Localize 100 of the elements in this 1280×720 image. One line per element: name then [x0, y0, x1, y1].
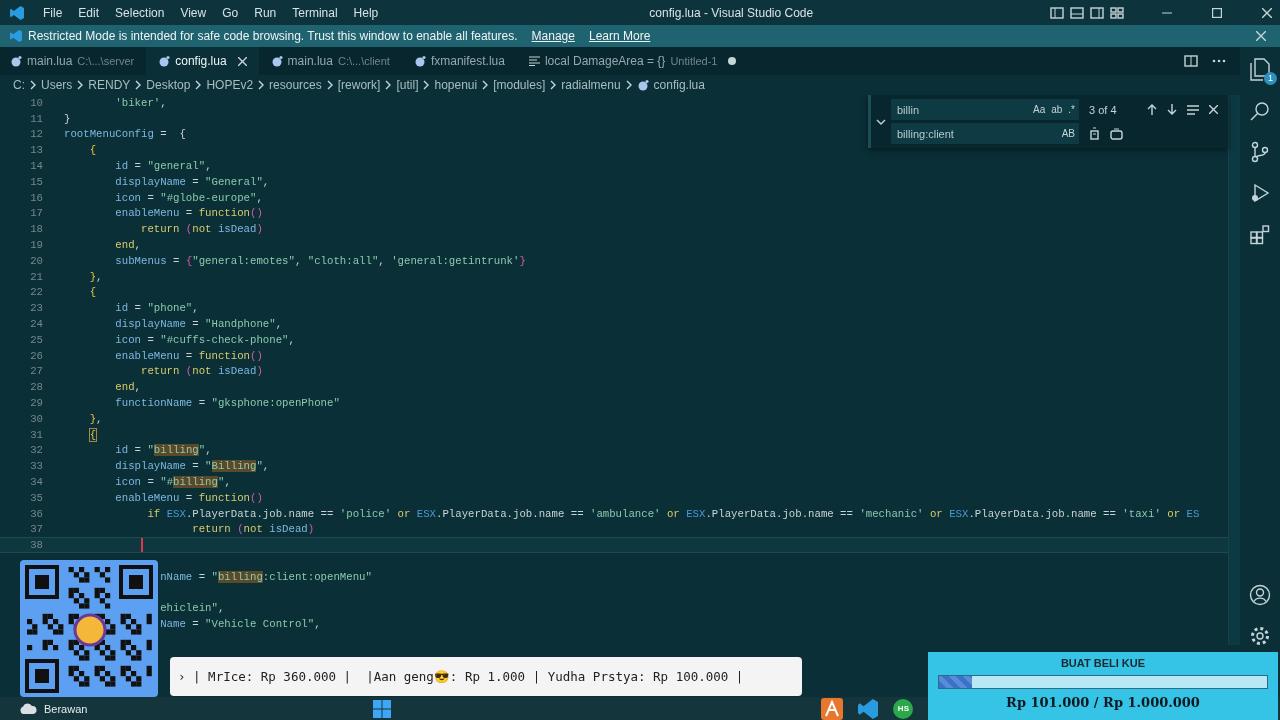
line-number: 14	[29, 160, 44, 173]
vscode-logo-icon	[9, 4, 25, 21]
line-number: 24	[29, 318, 44, 331]
code-line: id = "phone",	[114, 302, 199, 315]
close-icon[interactable]	[1262, 7, 1272, 18]
editor-tab[interactable]: fxmanifest.lua	[401, 47, 517, 75]
line-number: 18	[29, 223, 44, 236]
arrow-up-icon[interactable]	[1147, 104, 1157, 115]
menu-item[interactable]: File	[35, 5, 71, 20]
menu-item[interactable]: View	[172, 5, 215, 20]
editor-tab[interactable]: main.lua C:\...\client	[258, 47, 402, 75]
windows-start-icon[interactable]	[373, 699, 392, 718]
code-line: 'biker',	[114, 96, 167, 109]
moon-file-icon	[10, 55, 22, 67]
close-icon[interactable]	[1209, 105, 1218, 114]
code-line: return (not isDead)	[139, 223, 263, 236]
editor-tab[interactable]: main.lua C:\...\server	[0, 47, 147, 75]
menu-item[interactable]: Selection	[107, 5, 173, 20]
scrollbar[interactable]	[1228, 95, 1240, 645]
code-line: enableMenu = function()	[114, 491, 263, 504]
menu-item[interactable]: Edit	[70, 5, 108, 20]
breadcrumb-item[interactable]: hopenui	[434, 78, 478, 92]
layout-icon[interactable]	[1110, 6, 1124, 19]
menu-icon[interactable]	[1187, 104, 1199, 115]
replace-all-icon[interactable]	[1110, 127, 1123, 140]
find-option-toggle[interactable]: ab	[1051, 104, 1063, 115]
line-number: 30	[29, 412, 44, 425]
breadcrumb-item[interactable]: config.lua	[653, 78, 705, 92]
code-line: functionName = "gksphone:openPhone"	[114, 397, 340, 410]
settings-icon[interactable]	[1249, 625, 1271, 647]
split-editor-icon[interactable]	[1184, 55, 1198, 67]
moon-file-icon	[636, 79, 649, 91]
chevron-down-icon[interactable]	[876, 118, 886, 125]
account-icon[interactable]	[1249, 584, 1271, 606]
breadcrumb-item[interactable]: radialmenu	[561, 78, 621, 92]
layout-icon[interactable]	[1050, 6, 1064, 19]
menu-item[interactable]: Help	[345, 5, 387, 20]
breadcrumb-item[interactable]: resources	[269, 78, 322, 92]
chevron-right-icon	[385, 80, 392, 90]
close-icon[interactable]	[1256, 31, 1266, 41]
menu-item[interactable]: Run	[246, 5, 285, 20]
breadcrumb-item[interactable]: C:	[13, 78, 25, 92]
triangle-app-icon[interactable]	[821, 697, 844, 720]
code-line: }	[64, 112, 71, 125]
breadcrumb-item[interactable]: Desktop	[146, 78, 191, 92]
breadcrumb-item[interactable]: RENDY	[88, 78, 131, 92]
breadcrumb-item[interactable]: [modules]	[493, 78, 546, 92]
line-number: 38	[29, 539, 44, 552]
text-lines-icon	[528, 56, 540, 66]
replace-input[interactable]: billing:client AB	[891, 123, 1079, 144]
code-line: subMenus = {"general:emotes", "cloth:all", 'general:getintrunk'}	[114, 254, 526, 267]
code-line: {	[88, 286, 97, 299]
find-input[interactable]: billin Aa ab .*	[891, 99, 1079, 120]
source-control-icon[interactable]	[1249, 141, 1271, 163]
breadcrumb-item[interactable]: HOPEv2	[206, 78, 254, 92]
line-number: 34	[29, 476, 44, 488]
search-icon[interactable]	[1249, 100, 1271, 122]
chevron-right-icon	[30, 80, 36, 90]
goal-title: BUAT BELI KUE	[1060, 657, 1146, 669]
run-debug-icon[interactable]	[1249, 182, 1271, 204]
breadcrumb-item[interactable]: [rework]	[337, 78, 381, 92]
code-line: end,	[114, 239, 141, 252]
code-line: enableMenu = function()	[114, 349, 263, 362]
editor-tab[interactable]: local DamageArea = {} Untitled-1	[516, 47, 749, 75]
line-number: 16	[29, 191, 44, 204]
banner-link[interactable]: Manage	[531, 29, 575, 43]
line-number: 27	[29, 365, 44, 378]
code-line: return (not isDead)	[139, 365, 263, 378]
find-option-toggle[interactable]: Aa	[1032, 104, 1046, 115]
line-number: 13	[29, 144, 44, 157]
chevron-right-icon	[77, 80, 84, 90]
breadcrumb-item[interactable]: [util]	[396, 78, 419, 92]
arrow-down-icon[interactable]	[1167, 104, 1177, 115]
preserve-case-toggle[interactable]: AB	[1061, 128, 1075, 139]
code-line: displayName = "General",	[114, 175, 270, 188]
extensions-icon[interactable]	[1249, 223, 1271, 245]
layout-icon[interactable]	[1090, 6, 1104, 19]
donation-ticker: › | MrIce: Rp 360.000 | |Aan geng😎: Rp 1.000 | Yudha Prstya: Rp 100.000 |	[170, 657, 802, 696]
files-icon[interactable]	[1249, 57, 1271, 81]
chevron-right-icon	[135, 80, 142, 90]
chevron-right-icon	[423, 80, 430, 90]
menu-item[interactable]: Go	[214, 5, 247, 20]
code-line: id = "general",	[114, 160, 212, 173]
code-line: displayName = "Billing",	[114, 460, 270, 473]
editor-tab[interactable]: config.lua	[146, 47, 259, 75]
find-option-toggle[interactable]: .*	[1068, 104, 1075, 115]
layout-icon[interactable]	[1070, 6, 1084, 19]
menu-item[interactable]: Terminal	[284, 5, 346, 20]
moon-file-icon	[158, 55, 171, 67]
banner-link[interactable]: Learn More	[588, 29, 651, 43]
maximize-icon[interactable]	[1212, 7, 1222, 18]
more-icon[interactable]	[1212, 59, 1226, 63]
unsaved-dot-icon	[728, 57, 737, 65]
chevron-right-icon	[482, 80, 489, 90]
replace-icon[interactable]	[1089, 127, 1100, 140]
line-number: 19	[29, 239, 44, 252]
code-line: icon = "#billing",	[114, 476, 231, 488]
breadcrumb-item[interactable]: Users	[41, 78, 73, 92]
vscode-logo-icon[interactable]	[857, 697, 880, 720]
close-icon[interactable]	[237, 56, 247, 66]
